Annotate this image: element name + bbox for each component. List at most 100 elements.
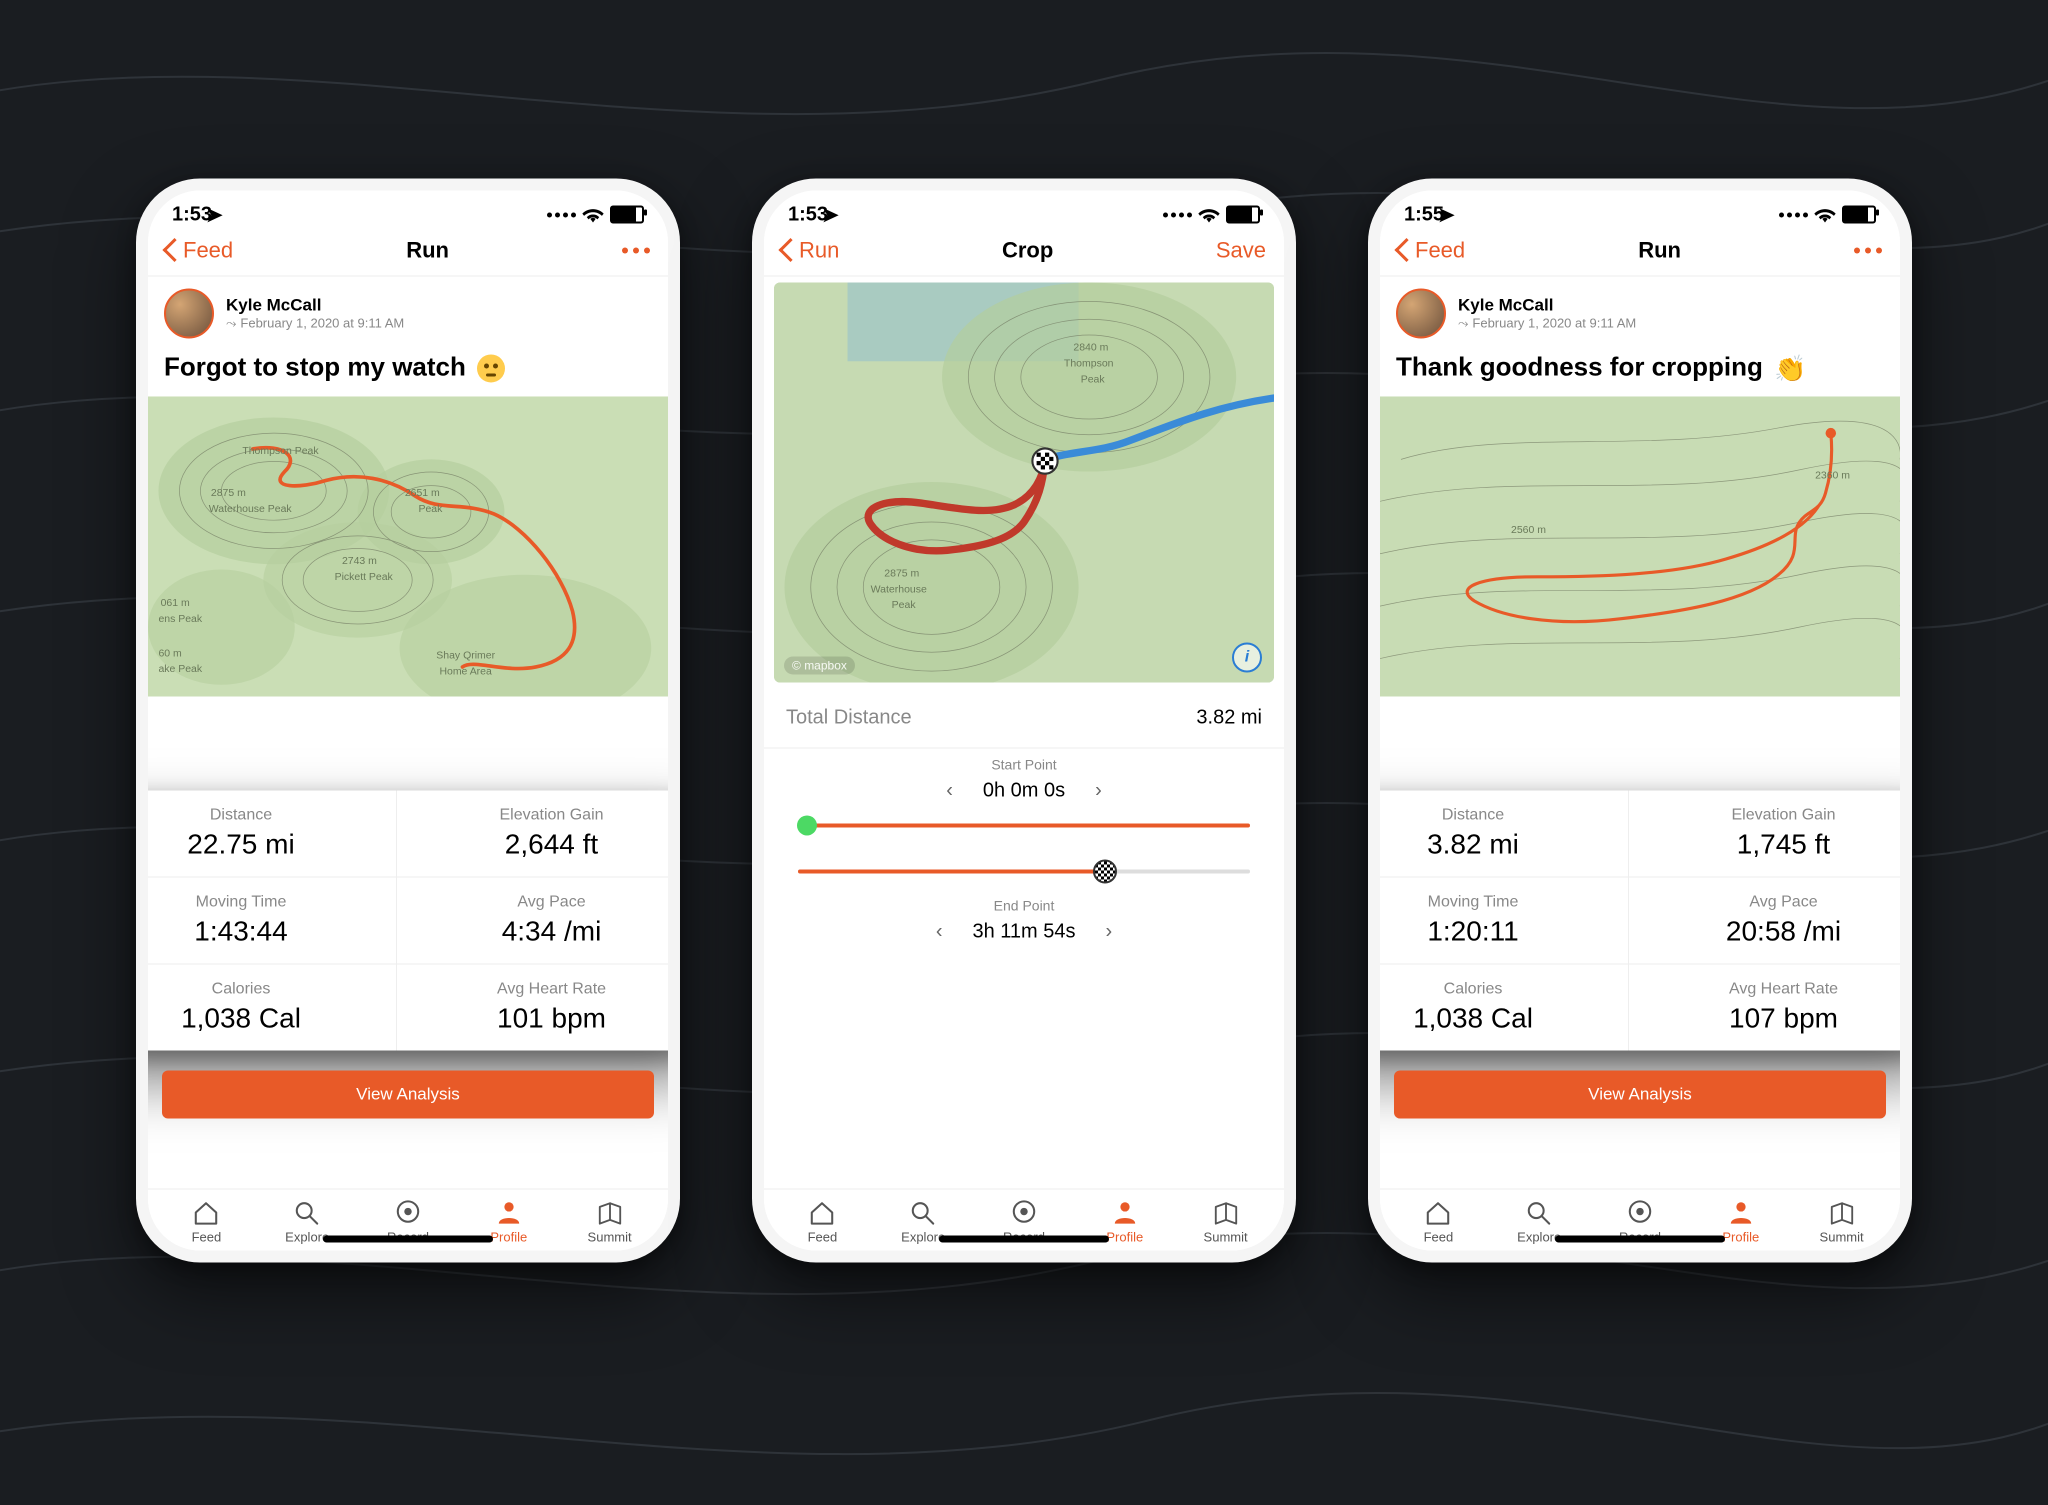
end-point-label: End Point [786,897,1262,913]
map-label: 2875 m [884,567,919,579]
stat-value: 4:34 /mi [417,915,680,947]
battery-icon [1226,205,1260,223]
signal-dots-icon [1163,212,1192,217]
tab-label: Feed [808,1229,838,1244]
stat-label: Calories [1368,980,1608,998]
stat-value: 1:20:11 [1368,915,1608,947]
stats-grid-0: Distance22.75 miElevation Gain2,644 ftMo… [136,790,680,1050]
end-point-slider[interactable] [798,869,1250,873]
home-indicator[interactable] [939,1235,1109,1242]
stat-cell: Calories 1,038 Cal [1368,963,1628,1050]
status-bar: 1:55 ➤ [1380,190,1900,231]
nav-back[interactable]: Feed [1398,237,1465,263]
search-icon [1524,1199,1554,1225]
view-analysis-button[interactable]: View Analysis [162,1070,654,1118]
map-label: 2360 m [1815,470,1850,481]
nav-more-button[interactable] [622,247,650,253]
start-point-slider[interactable] [798,823,1250,827]
stat-value: 1,745 ft [1649,828,1912,860]
summit-icon [1211,1199,1241,1225]
battery-icon [1842,205,1876,223]
stat-label: Moving Time [1368,893,1608,911]
start-point-decrement[interactable]: ‹ [940,778,959,803]
tab-label: Summit [1204,1229,1248,1244]
map-label: Pickett Peak [335,572,394,583]
home-indicator[interactable] [1555,1235,1725,1242]
stat-cell: Avg Pace4:34 /mi [396,876,680,963]
map-label: Waterhouse Peak [209,503,293,514]
activity-map[interactable]: Thompson Peak2875 mWaterhouse Peak2651 m… [148,396,668,696]
crop-map[interactable]: 2840 mThompsonPeak2875 mWaterhousePeak ©… [774,282,1274,682]
home-indicator[interactable] [323,1235,493,1242]
nav-back-label: Feed [1415,237,1465,263]
tab-summit[interactable]: Summit [1175,1199,1276,1244]
home-icon [191,1199,221,1225]
stat-cell: Moving Time1:43:44 [136,876,396,963]
phone-row: 1:53 ➤ Feed Run K [136,178,1912,1262]
avatar[interactable] [164,288,214,338]
nav-back[interactable]: Feed [166,237,233,263]
stat-value: 1,038 Cal [1368,1002,1608,1034]
stat-label: Calories [136,980,376,998]
start-point-increment[interactable]: › [1089,778,1108,803]
map-label: 2875 m [211,488,246,499]
map-label: 2560 m [1511,524,1546,535]
location-arrow-icon: ➤ [206,202,223,227]
map-attribution: © mapbox [784,656,855,674]
signal-dots-icon [547,212,576,217]
stat-cell: Calories1,038 Cal [136,963,396,1050]
home-icon [1423,1199,1453,1225]
search-icon [908,1199,938,1225]
map-label: 2651 m [405,488,440,499]
stat-label: Avg Heart Rate [1649,980,1912,998]
stat-cell: Distance3.82 mi [1368,790,1628,876]
stat-cell: Moving Time 1:20:11 [1368,876,1628,963]
end-point-decrement[interactable]: ‹ [930,919,949,944]
stats-card: Distance22.75 miElevation Gain2,644 ftMo… [136,790,680,1050]
activity-title: Thank goodness for cropping 👏 [1380,348,1900,396]
signal-dots-icon [1779,212,1808,217]
stat-cell: Distance22.75 mi [136,790,396,876]
info-icon[interactable]: i [1232,642,1262,672]
start-handle[interactable] [797,815,817,835]
nav-bar: Feed Run [148,231,668,276]
tab-summit[interactable]: Summit [1791,1199,1892,1244]
tab-feed[interactable]: Feed [156,1199,257,1244]
tab-feed[interactable]: Feed [772,1199,873,1244]
tab-summit[interactable]: Summit [559,1199,660,1244]
activity-map[interactable]: 2360 m 2560 m [1380,396,1900,696]
total-distance-value: 3.82 mi [1196,706,1262,729]
stat-value: 22.75 mi [136,828,376,860]
nav-back[interactable]: Run [782,237,839,263]
view-analysis-button[interactable]: View Analysis [1394,1070,1886,1118]
nav-more-button[interactable] [1854,247,1882,253]
nav-save-button[interactable]: Save [1216,237,1266,263]
end-handle[interactable] [1093,859,1117,883]
nav-bar: Run Crop Save [764,231,1284,276]
nav-title: Crop [1002,237,1053,263]
stat-value: 101 bpm [417,1002,680,1034]
record-icon [1625,1199,1655,1225]
map-label: ens Peak [158,614,202,625]
phone-before: 1:53 ➤ Feed Run K [136,178,680,1262]
stat-cell: Avg Pace20:58 /mi [1628,876,1912,963]
activity-header: Kyle McCall ⤳February 1, 2020 at 9:11 AM [1380,276,1900,348]
map-label: Waterhouse [871,583,927,595]
stat-cell: Elevation Gain1,745 ft [1628,790,1912,876]
profile-icon [1726,1199,1756,1225]
clap-emoji-icon: 👏 [1774,354,1802,382]
activity-user-name: Kyle McCall [1458,295,1636,315]
profile-icon [494,1199,524,1225]
tab-label: Profile [1722,1229,1759,1244]
tab-label: Feed [192,1229,222,1244]
tab-feed[interactable]: Feed [1388,1199,1489,1244]
end-point-increment[interactable]: › [1100,919,1119,944]
avatar[interactable] [1396,288,1446,338]
stat-label: Avg Pace [1649,893,1912,911]
activity-user-name: Kyle McCall [226,295,404,315]
app-showcase: 1:53 ➤ Feed Run K [0,0,2048,1505]
run-icon: ⤳ [226,315,236,331]
tab-label: Summit [588,1229,632,1244]
map-label: Peak [1081,373,1106,385]
location-arrow-icon: ➤ [1438,202,1455,227]
